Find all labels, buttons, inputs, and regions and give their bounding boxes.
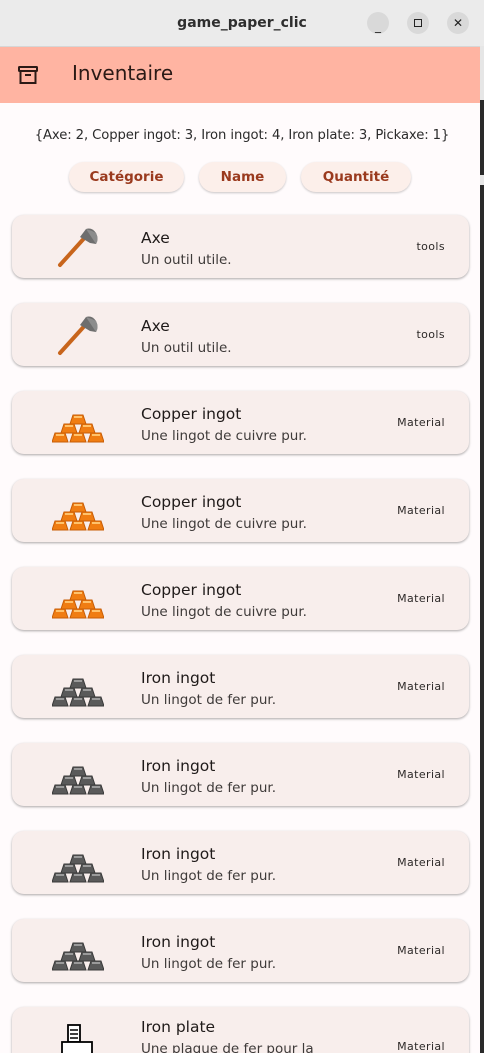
item-description: Un outil utile. <box>141 340 232 356</box>
iron-ingot-icon <box>52 854 104 883</box>
sort-by-category-button[interactable]: Catégorie <box>69 162 184 192</box>
archive-icon <box>18 66 38 84</box>
item-category: tools <box>416 328 445 341</box>
inventory-item-card[interactable]: Copper ingot Une lingot de cuivre pur. M… <box>12 567 469 630</box>
inventory-item-card[interactable]: Axe Un outil utile. tools <box>12 215 469 278</box>
item-description: Un lingot de fer pur. <box>141 780 276 796</box>
item-category: Material <box>397 944 445 957</box>
sort-by-quantity-button[interactable]: Quantité <box>301 162 411 192</box>
window-edge <box>480 46 484 1053</box>
item-description: Un lingot de fer pur. <box>141 692 276 708</box>
maximize-icon <box>414 19 422 27</box>
axe-icon <box>58 228 98 267</box>
item-description: Une lingot de cuivre pur. <box>141 516 307 532</box>
item-name: Iron ingot <box>141 845 216 863</box>
item-category: Material <box>397 592 445 605</box>
minimize-icon: _ <box>375 19 381 33</box>
item-name: Copper ingot <box>141 405 242 423</box>
item-name: Copper ingot <box>141 493 242 511</box>
item-category: Material <box>397 416 445 429</box>
window-titlebar[interactable]: game_paper_clic _ ✕ <box>0 0 484 47</box>
item-name: Iron ingot <box>141 933 216 951</box>
copper-ingot-icon <box>52 590 104 619</box>
inventory-item-card[interactable]: Iron ingot Un lingot de fer pur. Materia… <box>12 919 469 982</box>
app-window: game_paper_clic _ ✕ Inventaire {Axe: 2, … <box>0 0 484 1053</box>
copper-ingot-icon <box>52 502 104 531</box>
item-category: tools <box>416 240 445 253</box>
inventory-item-card[interactable]: Iron plate Une plaque de fer pour la Mat… <box>12 1007 469 1053</box>
page-title: Inventaire <box>72 61 174 85</box>
item-name: Iron ingot <box>141 669 216 687</box>
inventory-list: Axe Un outil utile. tools Axe Un outil u… <box>12 215 469 1053</box>
item-description: Une lingot de cuivre pur. <box>141 604 307 620</box>
inventory-item-card[interactable]: Axe Un outil utile. tools <box>12 303 469 366</box>
item-description: Une plaque de fer pour la <box>141 1041 314 1053</box>
sort-buttons: Catégorie Name Quantité <box>0 162 484 192</box>
iron-ingot-icon <box>52 766 104 795</box>
item-category: Material <box>397 856 445 869</box>
minimize-button[interactable]: _ <box>367 12 389 34</box>
item-name: Axe <box>141 317 170 335</box>
copper-ingot-icon <box>52 414 104 443</box>
iron-ingot-icon <box>52 942 104 971</box>
inventory-item-card[interactable]: Iron ingot Un lingot de fer pur. Materia… <box>12 831 469 894</box>
inventory-item-card[interactable]: Copper ingot Une lingot de cuivre pur. M… <box>12 479 469 542</box>
item-description: Un outil utile. <box>141 252 232 268</box>
item-category: Material <box>397 1040 445 1053</box>
item-name: Iron plate <box>141 1018 216 1036</box>
inventory-summary: {Axe: 2, Copper ingot: 3, Iron ingot: 4,… <box>34 128 450 143</box>
inventory-item-card[interactable]: Copper ingot Une lingot de cuivre pur. M… <box>12 391 469 454</box>
window-title: game_paper_clic <box>177 15 307 31</box>
item-name: Iron ingot <box>141 757 216 775</box>
sort-by-name-button[interactable]: Name <box>199 162 286 192</box>
maximize-button[interactable] <box>407 12 429 34</box>
iron-plate-icon <box>61 1024 93 1053</box>
item-description: Une lingot de cuivre pur. <box>141 428 307 444</box>
inventory-item-card[interactable]: Iron ingot Un lingot de fer pur. Materia… <box>12 655 469 718</box>
item-description: Un lingot de fer pur. <box>141 868 276 884</box>
item-description: Un lingot de fer pur. <box>141 956 276 972</box>
item-category: Material <box>397 680 445 693</box>
close-icon: ✕ <box>452 16 464 30</box>
iron-ingot-icon <box>52 678 104 707</box>
item-category: Material <box>397 768 445 781</box>
axe-icon <box>58 316 98 355</box>
app-bar: Inventaire <box>0 47 484 103</box>
item-name: Copper ingot <box>141 581 242 599</box>
close-button[interactable]: ✕ <box>447 12 469 34</box>
item-name: Axe <box>141 229 170 247</box>
item-category: Material <box>397 504 445 517</box>
inventory-item-card[interactable]: Iron ingot Un lingot de fer pur. Materia… <box>12 743 469 806</box>
